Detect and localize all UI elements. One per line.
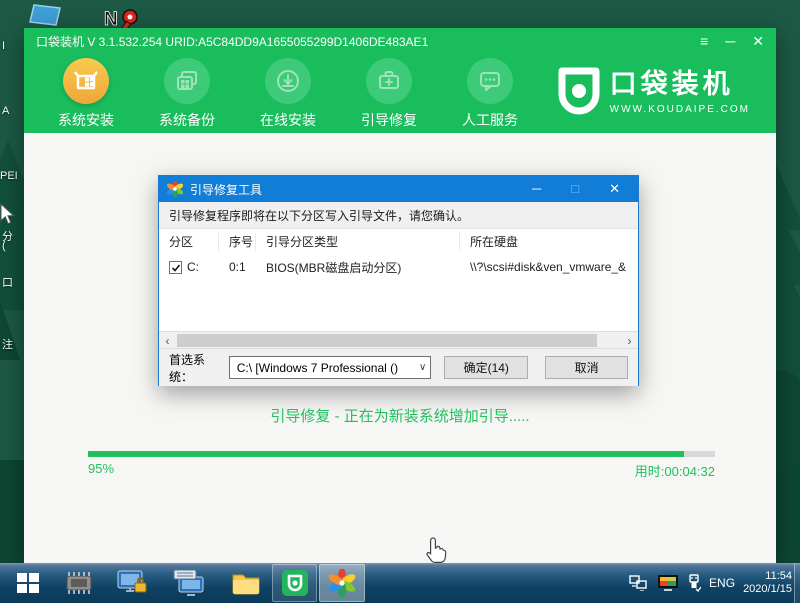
- progress-bar-fill: [88, 451, 684, 457]
- brand-url: WWW.KOUDAIPE.COM: [610, 104, 750, 115]
- dialog-message: 引导修复程序即将在以下分区写入引导文件，请您确认。: [159, 202, 638, 228]
- dialog-close-icon[interactable]: ✕: [609, 181, 620, 197]
- shield-app-icon: [281, 569, 309, 597]
- app-header: 系统安装 系统备份 在线安装: [24, 54, 776, 133]
- partition-name: C:: [187, 260, 199, 274]
- scroll-left-icon[interactable]: ‹: [159, 332, 176, 349]
- brand-logo: 口袋装机 WWW.KOUDAIPE.COM: [558, 67, 750, 115]
- boot-type: BIOS(MBR磁盘启动分区): [256, 259, 460, 276]
- horizontal-scrollbar[interactable]: ‹ ›: [159, 331, 638, 348]
- system-tray: ENG 11:54 2020/1/15: [629, 563, 792, 603]
- column-header: 引导分区类型: [256, 233, 460, 251]
- dialog-maximize-icon: □: [571, 181, 579, 197]
- chevron-down-icon: ∨: [419, 362, 426, 373]
- boot-repair-dialog: 引导修复工具 ─ □ ✕ 引导修复程序即将在以下分区写入引导文件，请您确认。 分…: [158, 175, 639, 386]
- desktop-label-fragment: PEI: [0, 170, 18, 182]
- clock-date: 2020/1/15: [743, 583, 792, 596]
- nav-label: 人工服务: [444, 110, 536, 130]
- elapsed-time: 用时:00:04:32: [635, 461, 715, 480]
- cursor-arrow: [0, 203, 16, 225]
- app-title: 口袋装机 V 3.1.532.254 URID:A5C84DD9A1655055…: [36, 33, 428, 50]
- cursor-hand: [424, 536, 448, 566]
- display-color-tray-icon[interactable]: [657, 574, 679, 592]
- menu-icon[interactable]: ≡: [700, 28, 708, 54]
- app-window: 口袋装机 V 3.1.532.254 URID:A5C84DD9A1655055…: [24, 28, 776, 563]
- desktop-label-fragment: (: [2, 240, 6, 252]
- table-row[interactable]: C: 0:1 BIOS(MBR磁盘启动分区) \\?\scsi#disk&ven…: [159, 255, 638, 279]
- install-box-icon: [63, 58, 109, 104]
- taskbar-koudai-app-button[interactable]: [272, 564, 317, 602]
- usb-tray-icon[interactable]: [687, 574, 701, 592]
- column-header: 分区: [159, 233, 219, 251]
- desktop-label-fragment: 注: [2, 336, 13, 352]
- cancel-button[interactable]: 取消: [545, 356, 628, 379]
- pinwheel-flower-icon: [167, 181, 183, 197]
- pinwheel-flower-icon: [328, 569, 356, 597]
- dialog-titlebar: 引导修复工具 ─ □ ✕: [159, 176, 638, 202]
- toolbox-plus-icon: [366, 58, 412, 104]
- taskbar-clock[interactable]: 11:54 2020/1/15: [743, 570, 792, 596]
- status-text: 引导修复 - 正在为新装系统增加引导.....: [24, 405, 776, 426]
- dialog-minimize-icon[interactable]: ─: [532, 181, 541, 197]
- app-titlebar: 口袋装机 V 3.1.532.254 URID:A5C84DD9A1655055…: [24, 28, 776, 54]
- screen: { "desktop": { "fragments": ["I", "A", "…: [0, 0, 800, 603]
- preferred-system-dropdown[interactable]: C:\ [Windows 7 Professional () ∨: [229, 356, 432, 379]
- online-install-download-icon: [265, 58, 311, 104]
- netkey-letter: N: [104, 9, 118, 30]
- taskbar-boot-repair-button[interactable]: [319, 564, 365, 602]
- taskbar-chip-icon[interactable]: [60, 563, 98, 603]
- desktop-label-fragment: I: [2, 40, 5, 52]
- network-tray-icon[interactable]: [629, 575, 649, 591]
- nav-label: 引导修复: [343, 110, 435, 130]
- pc-desktop-icon[interactable]: [26, 3, 66, 29]
- brand-name: 口袋装机: [610, 67, 750, 101]
- disk-path: \\?\scsi#disk&ven_vmware_&: [460, 260, 638, 274]
- taskbar-pc-lock-icon[interactable]: [110, 563, 154, 603]
- partition-table: 分区 序号 引导分区类型 所在硬盘 C: 0:1 BIOS(MBR磁盘启动分区)…: [159, 228, 638, 331]
- minimize-icon[interactable]: ─: [725, 28, 735, 54]
- chat-bubble-icon: [467, 58, 513, 104]
- show-desktop-button[interactable]: [794, 563, 800, 603]
- dialog-title: 引导修复工具: [190, 181, 262, 198]
- app-content: 引导修复工具 ─ □ ✕ 引导修复程序即将在以下分区写入引导文件，请您确认。 分…: [24, 133, 776, 563]
- language-indicator[interactable]: ENG: [709, 576, 735, 590]
- progress-percent: 95%: [88, 461, 114, 480]
- nav-system-install[interactable]: 系统安装: [40, 54, 132, 133]
- clock-time: 11:54: [743, 570, 792, 583]
- nav-system-backup[interactable]: 系统备份: [141, 54, 233, 133]
- nav-online-install[interactable]: 在线安装: [242, 54, 334, 133]
- windows-logo-icon: [17, 572, 39, 594]
- nav-label: 系统备份: [141, 110, 233, 130]
- checkbox-checked-icon[interactable]: [169, 261, 182, 274]
- nav-label: 系统安装: [40, 110, 132, 130]
- ok-button[interactable]: 确定(14): [444, 356, 528, 379]
- preferred-system-label: 首选系统：: [169, 351, 227, 385]
- dropdown-value: C:\ [Windows 7 Professional (): [237, 361, 419, 375]
- progress-bar: [88, 451, 715, 457]
- taskbar: ENG 11:54 2020/1/15: [0, 563, 800, 603]
- backup-icon: [164, 58, 210, 104]
- dialog-footer: 首选系统： C:\ [Windows 7 Professional () ∨ 确…: [159, 348, 638, 386]
- column-header: 序号: [219, 233, 256, 251]
- close-icon[interactable]: ✕: [752, 28, 764, 54]
- scrollbar-thumb[interactable]: [177, 334, 597, 347]
- taskbar-pc-keyboard-icon[interactable]: [168, 563, 212, 603]
- nav-support[interactable]: 人工服务: [444, 54, 536, 133]
- desktop-label-fragment: A: [2, 105, 9, 117]
- scroll-right-icon[interactable]: ›: [621, 332, 638, 349]
- start-button[interactable]: [0, 563, 55, 603]
- nav-boot-repair[interactable]: 引导修复: [343, 54, 435, 133]
- shield-logo-icon: [558, 67, 600, 115]
- desktop-label-fragment: 口: [2, 274, 13, 290]
- nav-label: 在线安装: [242, 110, 334, 130]
- partition-index: 0:1: [219, 260, 256, 274]
- taskbar-folder-icon[interactable]: [226, 563, 266, 603]
- table-header-row: 分区 序号 引导分区类型 所在硬盘: [159, 229, 638, 255]
- column-header: 所在硬盘: [460, 233, 638, 251]
